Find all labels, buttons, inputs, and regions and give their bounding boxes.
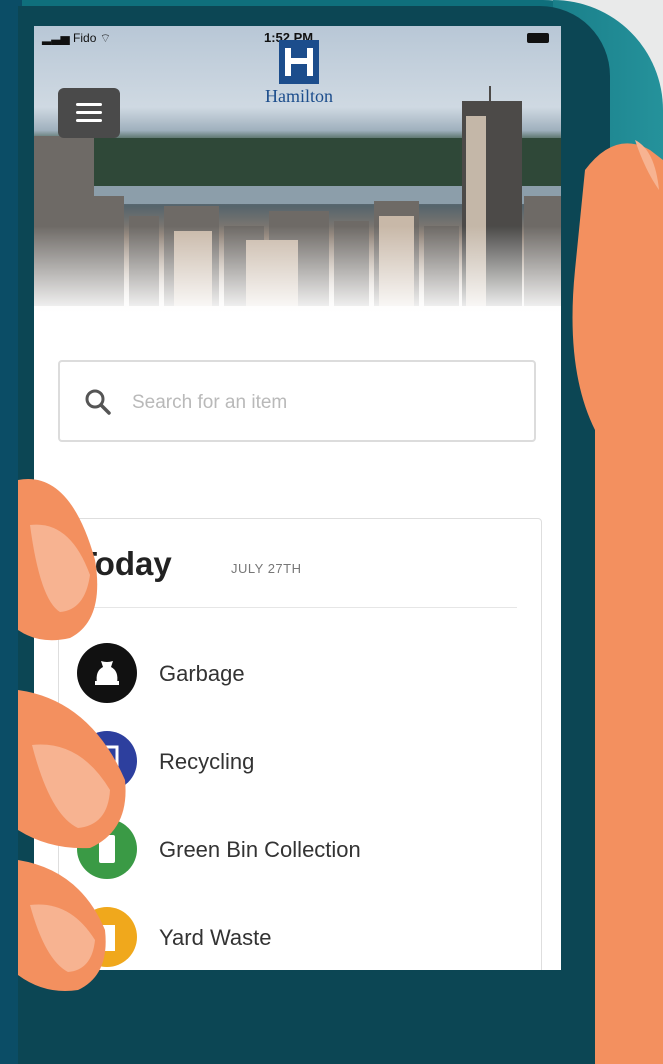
schedule-item-garbage[interactable]: Garbage — [77, 643, 497, 705]
schedule-item-recycling[interactable]: Recycling — [77, 731, 497, 793]
schedule-item-yard-waste[interactable]: Yard Waste — [77, 907, 497, 969]
search-input[interactable] — [130, 382, 524, 424]
city-logo: Hamilton — [254, 40, 344, 112]
right-hand-illustration — [572, 140, 663, 1064]
left-fingers-illustration — [18, 479, 126, 991]
logo-text: Hamilton — [265, 86, 333, 106]
card-divider — [77, 607, 517, 608]
schedule-item-label: Green Bin Collection — [159, 837, 361, 862]
today-date: JULY 27TH — [231, 561, 302, 576]
schedule-item-green-bin[interactable]: Green Bin Collection — [77, 819, 497, 881]
battery-icon — [527, 33, 549, 43]
schedule-item-label: Garbage — [159, 661, 245, 686]
hamilton-logo-icon — [279, 40, 319, 84]
schedule-item-label: Yard Waste — [159, 925, 272, 950]
schedule-item-label: Recycling — [159, 749, 255, 774]
